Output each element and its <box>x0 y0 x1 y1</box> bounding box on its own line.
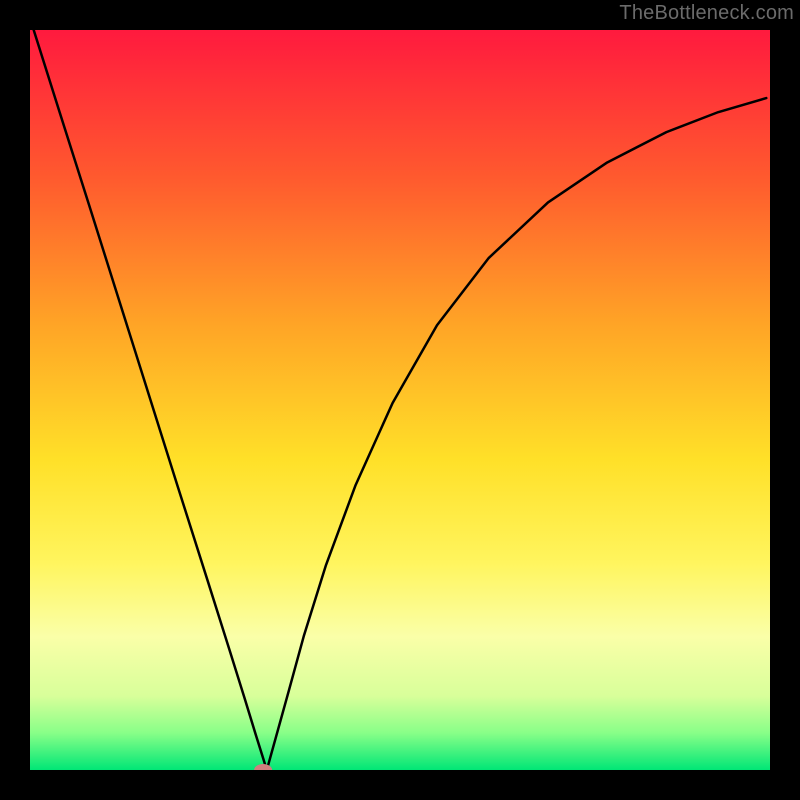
watermark-text: TheBottleneck.com <box>619 2 794 25</box>
plot-background <box>30 30 770 770</box>
chart-plot <box>30 30 770 770</box>
chart-frame: TheBottleneck.com <box>0 0 800 800</box>
